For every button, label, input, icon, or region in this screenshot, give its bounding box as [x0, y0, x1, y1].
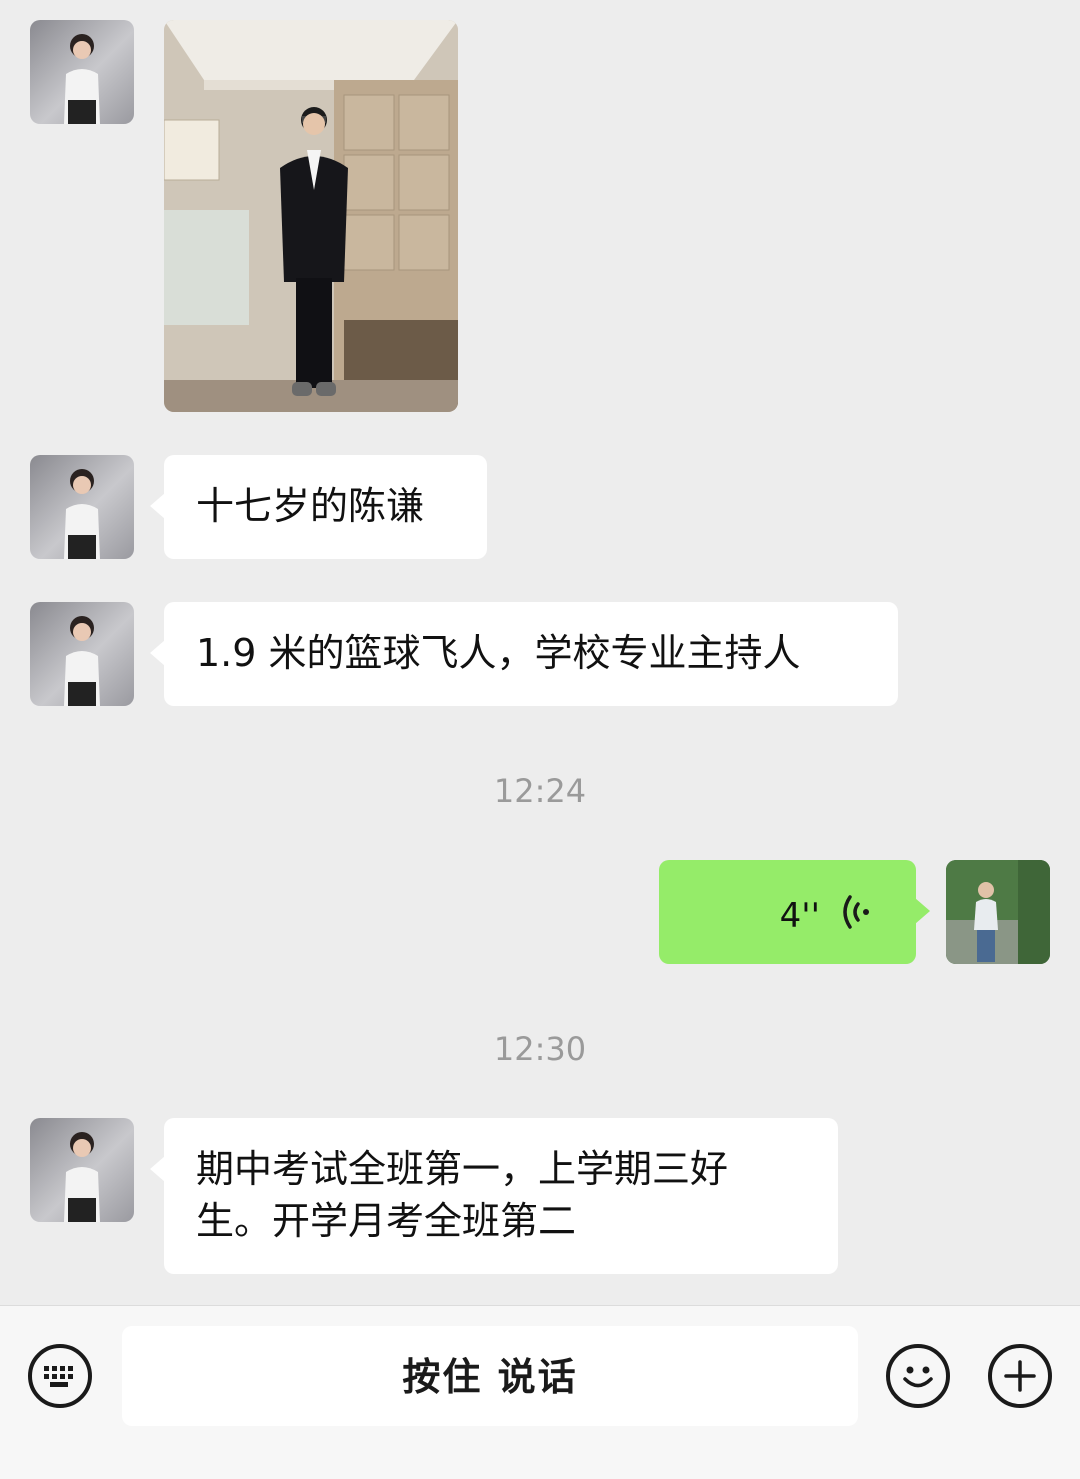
timestamp: 12:30 — [493, 1030, 587, 1068]
keyboard-toggle-button[interactable] — [28, 1344, 92, 1408]
chat-area[interactable]: 十七岁的陈谦 1.9 米的篮球飞人，学校专业主持人 12:24 4'' 12:3… — [0, 0, 1080, 1305]
contact-avatar[interactable] — [30, 455, 134, 559]
message-bubble[interactable]: 1.9 米的篮球飞人，学校专业主持人 — [150, 602, 898, 706]
contact-avatar[interactable] — [30, 602, 134, 706]
more-button[interactable] — [988, 1344, 1052, 1408]
voice-wave-icon — [843, 895, 869, 929]
message-text-line: 期中考试全班第一，上学期三好 — [196, 1147, 729, 1191]
self-avatar[interactable] — [946, 860, 1050, 964]
photo-message[interactable] — [164, 20, 458, 412]
input-bar: 按住 说话 — [0, 1305, 1080, 1479]
message-text-line: 生。开学月考全班第二 — [196, 1199, 577, 1243]
message-text: 十七岁的陈谦 — [196, 484, 425, 528]
message-bubble[interactable]: 十七岁的陈谦 — [150, 455, 487, 559]
message-text: 1.9 米的篮球飞人，学校专业主持人 — [196, 631, 801, 675]
keyboard-icon — [44, 1366, 73, 1387]
contact-avatar[interactable] — [30, 1118, 134, 1222]
plus-icon — [1004, 1360, 1036, 1392]
emoji-button[interactable] — [886, 1344, 950, 1408]
voice-duration: 4'' — [779, 896, 820, 936]
timestamp: 12:24 — [493, 772, 587, 810]
contact-avatar[interactable] — [30, 20, 134, 124]
emoji-icon — [903, 1366, 933, 1388]
voice-message-bubble[interactable]: 4'' — [659, 860, 930, 964]
hold-to-talk-button[interactable]: 按住 说话 — [122, 1326, 858, 1426]
message-bubble[interactable]: 期中考试全班第一，上学期三好 生。开学月考全班第二 — [150, 1118, 838, 1274]
